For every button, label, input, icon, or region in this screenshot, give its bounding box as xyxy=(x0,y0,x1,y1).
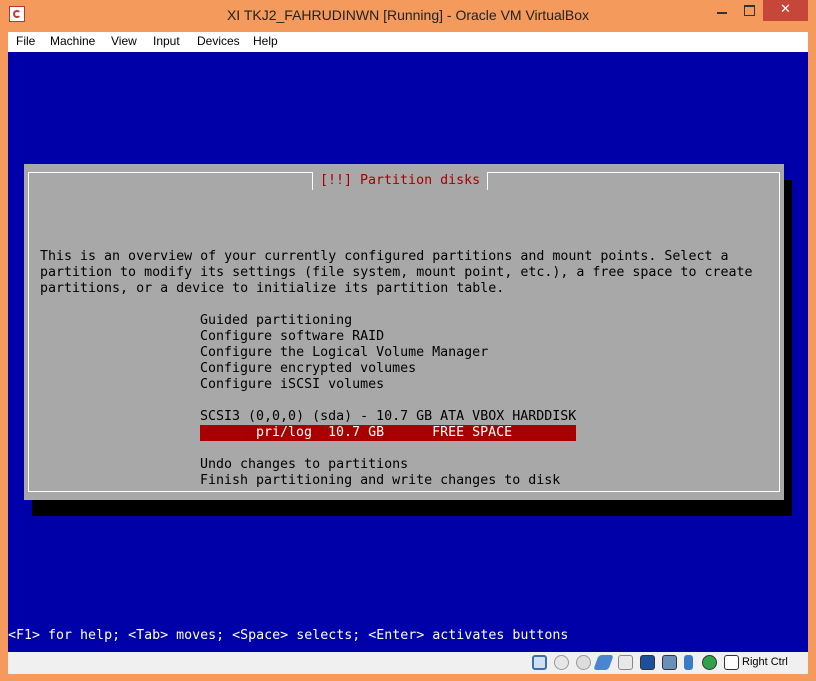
close-button[interactable]: ✕ xyxy=(763,0,808,21)
network-icon[interactable] xyxy=(593,655,614,670)
title-bar[interactable]: XI TKJ2_FAHRUDINWN [Running] - Oracle VM… xyxy=(0,0,816,32)
mouse-integration-icon[interactable] xyxy=(702,655,717,670)
finish-partitioning-option[interactable]: Finish partitioning and write changes to… xyxy=(200,473,560,489)
video-capture-icon[interactable] xyxy=(662,655,677,670)
keyboard-icon[interactable] xyxy=(724,655,739,670)
go-back-button[interactable]: <Go Back> xyxy=(72,505,144,521)
menu-input[interactable]: Input xyxy=(153,34,180,48)
description-line: This is an overview of your currently co… xyxy=(40,249,729,264)
menu-machine[interactable]: Machine xyxy=(50,34,95,48)
menu-bar: File Machine View Input Devices Help xyxy=(8,32,808,53)
window-title: XI TKJ2_FAHRUDINWN [Running] - Oracle VM… xyxy=(226,7,590,23)
maximize-button[interactable] xyxy=(736,0,763,21)
option-encrypted-volumes[interactable]: Configure encrypted volumes xyxy=(200,361,416,377)
option-iscsi-volumes[interactable]: Configure iSCSI volumes xyxy=(200,377,384,393)
hard-disk-icon[interactable] xyxy=(532,655,547,670)
dialog-title: [!!] Partition disks xyxy=(312,172,489,190)
host-key-label: Right Ctrl xyxy=(742,656,788,668)
menu-devices[interactable]: Devices xyxy=(197,34,240,48)
menu-view[interactable]: View xyxy=(111,34,137,48)
status-bar: Right Ctrl xyxy=(8,652,808,674)
help-line: <F1> for help; <Tab> moves; <Space> sele… xyxy=(8,628,569,643)
shared-folders-icon[interactable] xyxy=(618,655,633,670)
description-line: partitions, or a device to initialize it… xyxy=(40,281,505,296)
description-line: partition to modify its settings (file s… xyxy=(40,265,753,280)
audio-icon[interactable] xyxy=(576,655,591,670)
option-lvm[interactable]: Configure the Logical Volume Manager xyxy=(200,345,488,361)
partition-dialog: [!!] Partition disks This is an overview… xyxy=(24,164,784,520)
undo-changes-option[interactable]: Undo changes to partitions xyxy=(200,457,408,473)
dialog-border: [!!] Partition disks xyxy=(28,172,780,492)
menu-help[interactable]: Help xyxy=(253,34,278,48)
disk-sda[interactable]: SCSI3 (0,0,0) (sda) - 10.7 GB ATA VBOX H… xyxy=(200,409,576,425)
usb-icon[interactable] xyxy=(684,655,693,670)
free-space-partition[interactable]: pri/log 10.7 GB FREE SPACE xyxy=(200,425,576,441)
vm-screen[interactable]: [!!] Partition disks This is an overview… xyxy=(8,52,808,652)
option-guided-partitioning[interactable]: Guided partitioning xyxy=(200,313,352,329)
minimize-button[interactable] xyxy=(708,0,736,21)
option-software-raid[interactable]: Configure software RAID xyxy=(200,329,384,345)
menu-file[interactable]: File xyxy=(16,34,35,48)
display-icon[interactable] xyxy=(640,655,655,670)
optical-drive-icon[interactable] xyxy=(554,655,569,670)
